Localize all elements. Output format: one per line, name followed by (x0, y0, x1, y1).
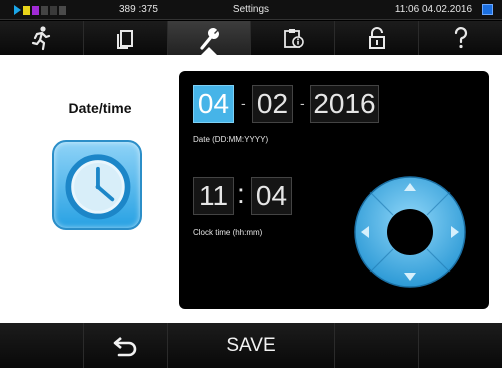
minutes-field[interactable]: 04 (251, 177, 292, 215)
tab-settings[interactable] (167, 21, 252, 56)
date-separator: - (241, 95, 246, 111)
date-separator: - (300, 95, 305, 111)
direction-pad-icon[interactable] (353, 175, 467, 289)
clock-icon (65, 154, 131, 220)
day-field[interactable]: 04 (193, 85, 234, 123)
tab-help[interactable] (419, 21, 502, 55)
tab-program[interactable] (0, 21, 84, 55)
status-flag-icon (482, 4, 493, 15)
time-caption: Clock time (hh:mm) (193, 228, 263, 237)
bottom-slot-empty (419, 323, 502, 368)
time-separator: : (237, 178, 245, 209)
status-bar: 389 :375 Settings 11:06 04.02.2016 (0, 0, 502, 20)
page-title: Date/time (68, 100, 132, 116)
tab-logs[interactable] (84, 21, 168, 55)
back-arrow-icon (113, 336, 136, 356)
date-time-panel: 04 - 02 - 2016 Date (DD:MM:YYYY) 11 : 04… (179, 71, 489, 309)
top-nav (0, 21, 502, 56)
bottom-slot-empty (335, 323, 419, 368)
bottom-slot-empty (0, 323, 84, 368)
main-content: Date/time 04 - 02 - 2016 Date (DD:MM:YYY… (0, 55, 502, 323)
padlock-icon (368, 27, 385, 49)
month-field[interactable]: 02 (252, 85, 293, 123)
back-button[interactable] (84, 323, 168, 368)
year-field[interactable]: 2016 (310, 85, 379, 123)
hours-field[interactable]: 11 (193, 177, 234, 215)
status-datetime: 11:06 04.02.2016 (394, 4, 472, 15)
question-mark-icon (454, 27, 467, 49)
tab-info[interactable] (251, 21, 336, 55)
running-person-icon (32, 26, 51, 51)
documents-icon (117, 30, 134, 49)
clipboard-info-icon (283, 29, 304, 48)
wrench-icon (200, 28, 220, 50)
save-button[interactable]: SAVE (168, 323, 335, 368)
tab-access[interactable] (335, 21, 420, 55)
bottom-bar: SAVE (0, 323, 502, 368)
date-time-tile (52, 140, 142, 230)
date-caption: Date (DD:MM:YYYY) (193, 135, 269, 144)
